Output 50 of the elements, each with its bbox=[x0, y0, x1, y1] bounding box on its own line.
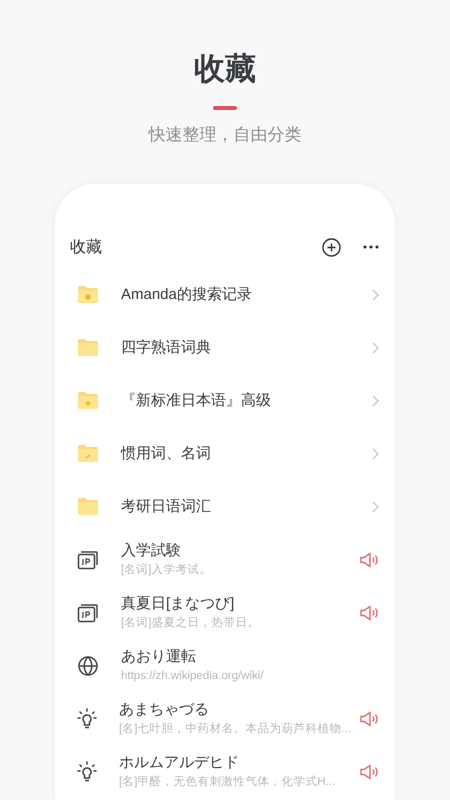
folder-icon bbox=[77, 444, 99, 463]
word-detail: [名词]盛夏之日，热带日。 bbox=[121, 615, 260, 631]
word-title: 入学試験 bbox=[121, 541, 182, 561]
folder-icon bbox=[77, 338, 99, 357]
folder-name: 四字熟语词典 bbox=[121, 338, 212, 357]
word-row[interactable]: ホルムアルデヒド [名]甲醛，无色有刺激性气体，化学式H... bbox=[55, 745, 395, 798]
word-row[interactable]: 真夏日[まなつび] [名词]盛夏之日，热带日。 bbox=[55, 586, 395, 639]
card-icon bbox=[77, 550, 99, 570]
lightbulb-icon bbox=[77, 760, 97, 782]
word-title: あまちゃづる bbox=[119, 700, 210, 720]
folder-name: 惯用词、名词 bbox=[121, 444, 212, 463]
word-detail: [名词]入学考试。 bbox=[121, 562, 212, 578]
folder-icon bbox=[77, 391, 99, 410]
lightbulb-icon bbox=[77, 708, 97, 730]
folder-name: Amanda的搜索记录 bbox=[121, 285, 253, 304]
folder-name: 『新标准日本语』高级 bbox=[121, 391, 272, 410]
folder-name: 考研日语词汇 bbox=[121, 497, 212, 516]
accent-bar bbox=[213, 106, 237, 110]
chevron-icon bbox=[372, 288, 379, 300]
folder-icon bbox=[77, 285, 99, 304]
speaker-button[interactable] bbox=[359, 604, 379, 620]
word-title: あおり運転 bbox=[121, 647, 197, 667]
folder-row[interactable]: 『新标准日本语』高级 bbox=[55, 374, 395, 427]
globe-icon bbox=[77, 654, 99, 676]
folder-row[interactable]: 考研日语词汇 bbox=[55, 480, 395, 533]
word-title: ホルムアルデヒド bbox=[119, 753, 240, 773]
word-row[interactable]: あまちゃづる [名]七叶胆，中药材名。本品为葫芦科植物... bbox=[55, 692, 395, 745]
card-icon bbox=[77, 602, 99, 622]
folder-row[interactable]: 惯用词、名词 bbox=[55, 427, 395, 480]
chevron-icon bbox=[372, 448, 379, 460]
speaker-button[interactable] bbox=[359, 710, 379, 726]
speaker-button[interactable] bbox=[359, 764, 379, 780]
word-row[interactable]: 入学試験 [名词]入学考试。 bbox=[55, 533, 395, 586]
folder-row[interactable]: Amanda的搜索记录 bbox=[55, 268, 395, 321]
chevron-icon bbox=[372, 394, 379, 406]
page-title: 收藏 bbox=[194, 50, 256, 88]
word-row[interactable]: あおり運転 https://zh.wikipedia.org/wiki/ bbox=[55, 639, 395, 692]
word-detail: https://zh.wikipedia.org/wiki/ bbox=[121, 669, 265, 684]
add-button[interactable] bbox=[322, 238, 341, 256]
word-title: 真夏日[まなつび] bbox=[121, 594, 236, 614]
speaker-button[interactable] bbox=[359, 552, 379, 568]
panel-title: 收藏 bbox=[70, 238, 103, 258]
word-detail: [名]七叶胆，中药材名。本品为葫芦科植物... bbox=[119, 722, 352, 737]
folder-icon bbox=[77, 497, 99, 516]
page-subtitle: 快速整理，自由分类 bbox=[148, 124, 302, 146]
word-detail: [名]甲醛，无色有刺激性气体，化学式H... bbox=[119, 774, 336, 790]
chevron-icon bbox=[372, 500, 379, 512]
folder-row[interactable]: 四字熟语词典 bbox=[55, 321, 395, 374]
chevron-icon bbox=[372, 342, 379, 354]
more-button[interactable] bbox=[363, 245, 379, 249]
